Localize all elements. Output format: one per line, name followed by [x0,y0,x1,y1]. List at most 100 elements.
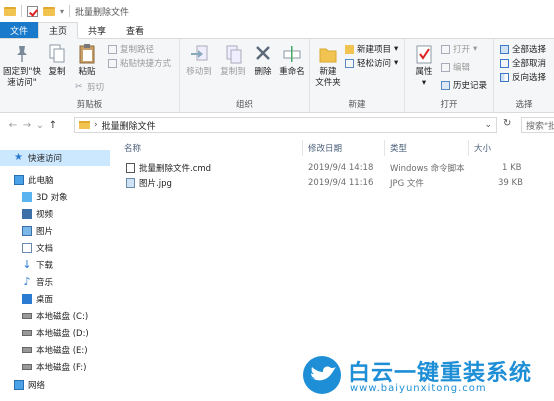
search-placeholder: 搜索"批 [526,121,554,132]
select-all-button[interactable]: 全部选择 [500,43,546,55]
refresh-icon[interactable]: ↻ [503,118,511,129]
properties-quick-icon[interactable] [27,5,38,17]
nav-desktop[interactable]: 桌面 [0,291,110,307]
edit-button[interactable]: 编辑 [441,61,470,73]
invert-selection-icon [500,72,509,82]
new-group: 新建 文件夹 新建项目 ▾ 轻松访问 ▾ 新建 [310,39,405,113]
invert-selection-button[interactable]: 反向选择 [500,71,546,83]
edit-icon [441,62,450,72]
chevron-down-icon[interactable]: ⌄ [484,120,492,130]
column-header-type[interactable]: 类型 [390,140,407,156]
film-icon [22,209,32,219]
properties-icon [414,43,434,65]
history-button[interactable]: 历史记录 [441,79,487,91]
new-item-label: 新建项目 [357,45,392,55]
copy-path-button[interactable]: 复制路径 [108,43,154,55]
cut-label: 剪切 [87,83,105,93]
nav-documents[interactable]: 文档 [0,240,110,256]
paste-shortcut-button[interactable]: 粘贴快捷方式 [108,57,171,69]
pin-label-line2: 速访问" [7,78,37,88]
nav-drive-c[interactable]: 本地磁盘 (C:) [0,308,110,324]
nav-downloads[interactable]: ↓ 下载 [0,257,110,273]
column-divider[interactable] [468,140,469,156]
copy-path-icon [108,44,117,54]
open-button[interactable]: 打开 ▾ [441,43,477,55]
cut-button[interactable]: ✂ 剪切 [75,81,104,93]
drive-icon [22,364,32,370]
picture-icon [22,226,32,236]
drive-icon [22,313,32,319]
search-input[interactable]: 搜索"批 [521,117,554,133]
organize-group-label: 组织 [235,100,253,110]
easy-access-button[interactable]: 轻松访问 ▾ [345,57,398,69]
nav-3d-objects[interactable]: 3D 对象 [0,189,110,205]
column-header-date[interactable]: 修改日期 [308,140,342,156]
tab-view[interactable]: 查看 [116,22,154,38]
organize-group: 移动到 复制到 删除 重命名 组织 [180,39,310,113]
drive-icon [22,330,32,336]
address-box[interactable]: › 批量删除文件 ⌄ [74,117,497,133]
music-note-icon: ♪ [23,275,31,288]
invert-selection-label: 反向选择 [512,73,547,83]
up-arrow-icon[interactable]: ↑ [46,120,60,131]
tab-file[interactable]: 文件 [0,22,39,38]
new-folder-quick-icon[interactable] [43,6,55,16]
chevron-down-icon[interactable]: ▾ [60,7,64,16]
pin-quick-access-button[interactable]: 固定到"快 速访问" [2,43,42,89]
copy-to-button[interactable]: 复制到 [216,43,250,78]
chevron-down-icon[interactable]: ⌄ [34,120,46,131]
properties-label: 属性 [415,67,433,77]
file-type: Windows 命令脚本 [390,164,465,174]
column-header-name[interactable]: 名称 [124,140,141,156]
divider [21,5,22,17]
forward-arrow-icon[interactable]: → [20,120,34,131]
copy-button[interactable]: 复制 [42,43,72,78]
nav-drive-d[interactable]: 本地磁盘 (D:) [0,325,110,341]
nav-music[interactable]: ♪ 音乐 [0,274,110,290]
open-icon [441,44,450,54]
clipboard-group: 固定到"快 速访问" 复制 粘贴 复制路径 粘贴快捷方式 ✂ 剪切 剪贴板 [0,39,180,113]
select-none-label: 全部取消 [512,59,547,69]
nav-quick-access[interactable]: ★ 快速访问 [0,150,110,166]
computer-icon [14,175,24,185]
new-item-button[interactable]: 新建项目 ▾ [345,43,398,55]
drive-icon [22,347,32,353]
column-divider[interactable] [302,140,303,156]
cmd-file-icon [126,163,135,173]
new-folder-button[interactable]: 新建 文件夹 [312,43,344,89]
nav-drive-f[interactable]: 本地磁盘 (F:) [0,359,110,375]
delete-button[interactable]: 删除 [250,43,276,78]
nav-item-label: 3D 对象 [36,193,68,203]
tab-share[interactable]: 共享 [78,22,116,38]
nav-network[interactable]: 网络 [0,377,110,393]
column-divider[interactable] [384,140,385,156]
rename-button[interactable]: 重命名 [276,43,308,78]
back-arrow-icon[interactable]: ← [6,120,20,131]
ribbon-tabs: 文件 主页 共享 查看 [0,22,554,39]
bird-logo-icon [303,356,341,394]
new-item-icon [345,44,354,54]
pin-label-line1: 固定到"快 [3,67,41,77]
file-name: 图片.jpg [139,179,172,189]
nav-videos[interactable]: 视频 [0,206,110,222]
move-to-button[interactable]: 移动到 [182,43,216,78]
table-row[interactable]: 批量删除文件.cmd 2019/9/4 14:18 Windows 命令脚本 1… [122,161,542,175]
nav-pictures[interactable]: 图片 [0,223,110,239]
delete-x-icon [253,43,273,65]
nav-this-pc[interactable]: 此电脑 [0,172,110,188]
table-row[interactable]: 图片.jpg 2019/9/4 11:16 JPG 文件 39 KB [122,176,542,190]
rename-label: 重命名 [279,67,305,77]
select-none-button[interactable]: 全部取消 [500,57,546,69]
column-header-size[interactable]: 大小 [474,140,491,156]
nav-drive-e[interactable]: 本地磁盘 (E:) [0,342,110,358]
nav-quick-access-label: 快速访问 [28,154,63,164]
copy-to-label: 复制到 [220,67,246,77]
paste-button[interactable]: 粘贴 [72,43,102,78]
properties-button[interactable]: 属性 ▾ [409,43,439,89]
paste-shortcut-icon [108,58,117,68]
breadcrumb: 批量删除文件 [101,121,156,132]
nav-item-label: 本地磁盘 (D:) [36,329,89,339]
star-icon: ★ [14,152,23,163]
copy-path-label: 复制路径 [120,45,155,55]
tab-home[interactable]: 主页 [38,22,79,39]
